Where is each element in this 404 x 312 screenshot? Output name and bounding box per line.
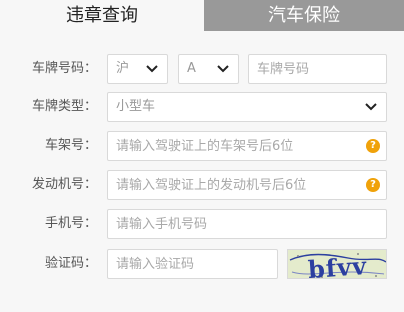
- phone-label: 手机号：: [44, 216, 97, 231]
- tab-violation-query[interactable]: 违章查询: [0, 0, 204, 31]
- plate-type-label: 车牌类型：: [31, 99, 97, 114]
- tab-car-insurance[interactable]: 汽车保险: [204, 0, 404, 31]
- help-icon[interactable]: ?: [366, 178, 380, 192]
- plate-letter-value: A: [187, 61, 196, 76]
- plate-letter-select[interactable]: A: [178, 54, 239, 84]
- captcha-text: bfvv: [307, 251, 368, 279]
- plate-province-value: 沪: [116, 61, 130, 76]
- chevron-down-icon: [217, 65, 229, 73]
- plate-province-select[interactable]: 沪: [107, 54, 168, 84]
- frame-number-input[interactable]: [116, 132, 386, 160]
- phone-field[interactable]: [107, 209, 387, 239]
- plate-number-input[interactable]: [257, 55, 386, 83]
- frame-number-label: 车架号：: [44, 138, 97, 153]
- captcha-image[interactable]: bfvv: [287, 249, 387, 279]
- help-icon[interactable]: ?: [366, 139, 380, 153]
- engine-number-field[interactable]: ?: [107, 170, 387, 200]
- phone-input[interactable]: [116, 210, 386, 238]
- engine-number-input[interactable]: [116, 171, 386, 199]
- plate-type-value: 小型车: [116, 99, 156, 114]
- chevron-down-icon: [146, 65, 158, 73]
- plate-number-field[interactable]: [248, 54, 387, 84]
- plate-type-select[interactable]: 小型车: [107, 92, 387, 122]
- captcha-field[interactable]: [107, 249, 278, 279]
- captcha-graphic: bfvv: [288, 250, 386, 279]
- frame-number-field[interactable]: ?: [107, 131, 387, 161]
- plate-number-label: 车牌号码：: [31, 61, 97, 76]
- tab-bar: 违章查询 汽车保险: [0, 0, 404, 31]
- chevron-down-icon: [365, 103, 377, 111]
- captcha-label: 验证码：: [44, 256, 97, 271]
- captcha-input[interactable]: [116, 250, 277, 278]
- engine-number-label: 发动机号：: [31, 177, 97, 192]
